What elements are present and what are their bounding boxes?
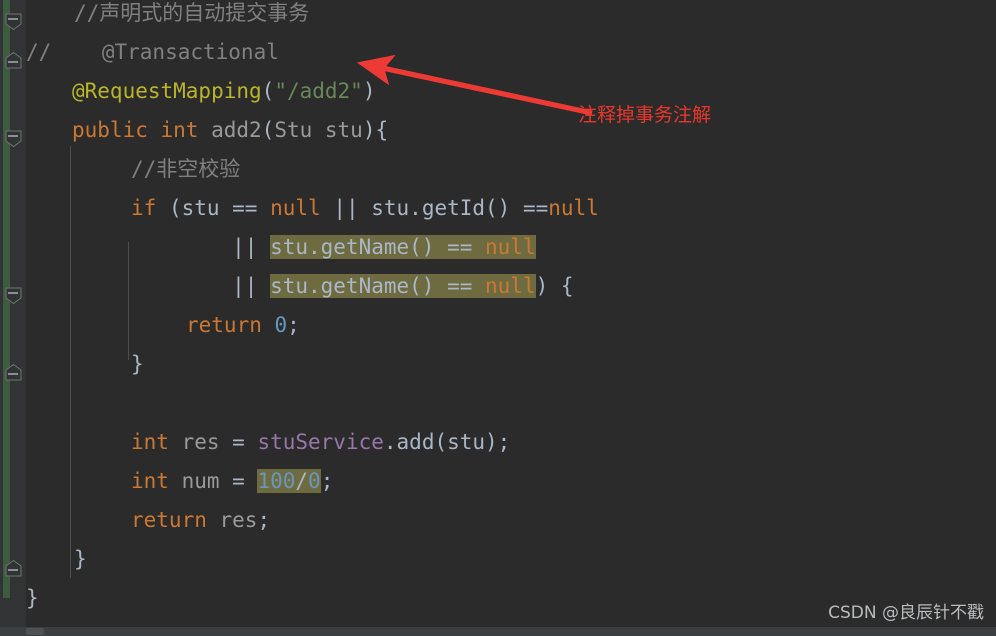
code-content-area[interactable]: //声明式的自动提交事务// @Transactional @RequestMap…	[26, 0, 996, 636]
code-token: stuService	[257, 430, 384, 454]
code-token: ||	[131, 235, 271, 259]
code-token: 100	[257, 469, 296, 493]
code-token: null	[485, 235, 536, 259]
code-fold-marker[interactable]	[5, 364, 22, 381]
code-token: res	[181, 430, 220, 454]
code-token: ;	[320, 469, 334, 493]
editor-gutter[interactable]	[0, 0, 26, 636]
code-line[interactable]: @RequestMapping("/add2")	[26, 72, 375, 111]
code-token: ;	[257, 508, 271, 532]
code-token: public int	[72, 118, 212, 142]
code-fold-marker[interactable]	[5, 52, 22, 69]
code-token: Stu stu	[274, 118, 363, 142]
code-token: null	[270, 196, 321, 220]
code-line[interactable]: public int add2(Stu stu){	[26, 111, 388, 150]
code-token: return	[186, 313, 275, 337]
code-token: =	[219, 469, 258, 493]
code-token: (	[261, 118, 275, 142]
horizontal-scrollbar-track[interactable]	[0, 627, 996, 636]
code-line[interactable]: }	[26, 540, 87, 579]
code-token: /	[295, 469, 309, 493]
code-token: num	[181, 469, 220, 493]
code-token: 0	[308, 469, 321, 493]
fold-minus-icon	[8, 135, 18, 137]
code-token: ){	[362, 118, 389, 142]
code-line[interactable]: return res;	[26, 501, 270, 540]
code-line[interactable]: // @Transactional	[26, 33, 279, 72]
code-fold-marker[interactable]	[5, 13, 22, 30]
code-token: //	[74, 1, 100, 25]
code-token: (stu ==	[156, 196, 271, 220]
code-token: null	[548, 196, 599, 220]
code-fold-marker[interactable]	[5, 560, 22, 577]
code-token: "/add2"	[274, 79, 363, 103]
fold-minus-icon	[8, 373, 18, 375]
code-fold-marker[interactable]	[5, 130, 22, 147]
code-token: (	[261, 79, 275, 103]
fold-minus-icon	[8, 61, 18, 63]
code-token: stu.getName() ==	[270, 274, 486, 298]
code-token: //	[131, 157, 157, 181]
code-token: || stu.getId() ==	[320, 196, 549, 220]
code-token: }	[131, 352, 144, 376]
fold-minus-icon	[8, 18, 18, 20]
code-line[interactable]: int res = stuService.add(stu);	[26, 423, 510, 462]
code-editor: //声明式的自动提交事务// @Transactional @RequestMap…	[0, 0, 996, 636]
code-token: 0	[274, 313, 288, 337]
code-token: }	[26, 586, 39, 610]
code-token: int	[131, 469, 182, 493]
code-token: 非空校验	[156, 157, 241, 181]
code-line[interactable]: return 0;	[26, 306, 300, 345]
code-line[interactable]: //声明式的自动提交事务	[26, 0, 309, 33]
code-token: res	[219, 508, 258, 532]
code-token: return	[131, 508, 220, 532]
code-token: 声明式的自动提交事务	[99, 1, 310, 25]
code-token: if	[131, 196, 157, 220]
code-line[interactable]: || stu.getName() == null	[26, 228, 536, 267]
code-line[interactable]	[26, 384, 131, 423]
code-token: ||	[131, 274, 271, 298]
annotation-label: 注释掉事务注解	[578, 104, 712, 126]
code-line[interactable]: if (stu == null || stu.getId() ==null	[26, 189, 599, 228]
code-line[interactable]: //非空校验	[26, 150, 240, 189]
code-fold-marker[interactable]	[5, 287, 22, 304]
code-token: )	[362, 79, 376, 103]
code-line[interactable]: }	[26, 579, 39, 618]
code-token: ;	[287, 313, 300, 337]
code-line[interactable]: }	[26, 345, 144, 384]
csdn-watermark: CSDN @良辰针不戳	[828, 603, 984, 623]
code-token: @RequestMapping	[72, 79, 262, 103]
code-line[interactable]: || stu.getName() == null) {	[26, 267, 574, 306]
fold-minus-icon	[8, 292, 18, 294]
code-token: }	[74, 547, 87, 571]
horizontal-scrollbar-thumb[interactable]	[26, 628, 44, 635]
code-token: int	[131, 430, 182, 454]
code-token: stu.getName() ==	[270, 235, 486, 259]
fold-minus-icon	[8, 569, 18, 571]
code-line[interactable]: int num = 100/0;	[26, 462, 333, 501]
code-token: =	[219, 430, 258, 454]
code-token: ) {	[535, 274, 574, 298]
code-token: add2	[211, 118, 262, 142]
code-token: null	[485, 274, 536, 298]
code-token: .add(stu);	[383, 430, 511, 454]
code-token: // @Transactional	[26, 40, 279, 64]
